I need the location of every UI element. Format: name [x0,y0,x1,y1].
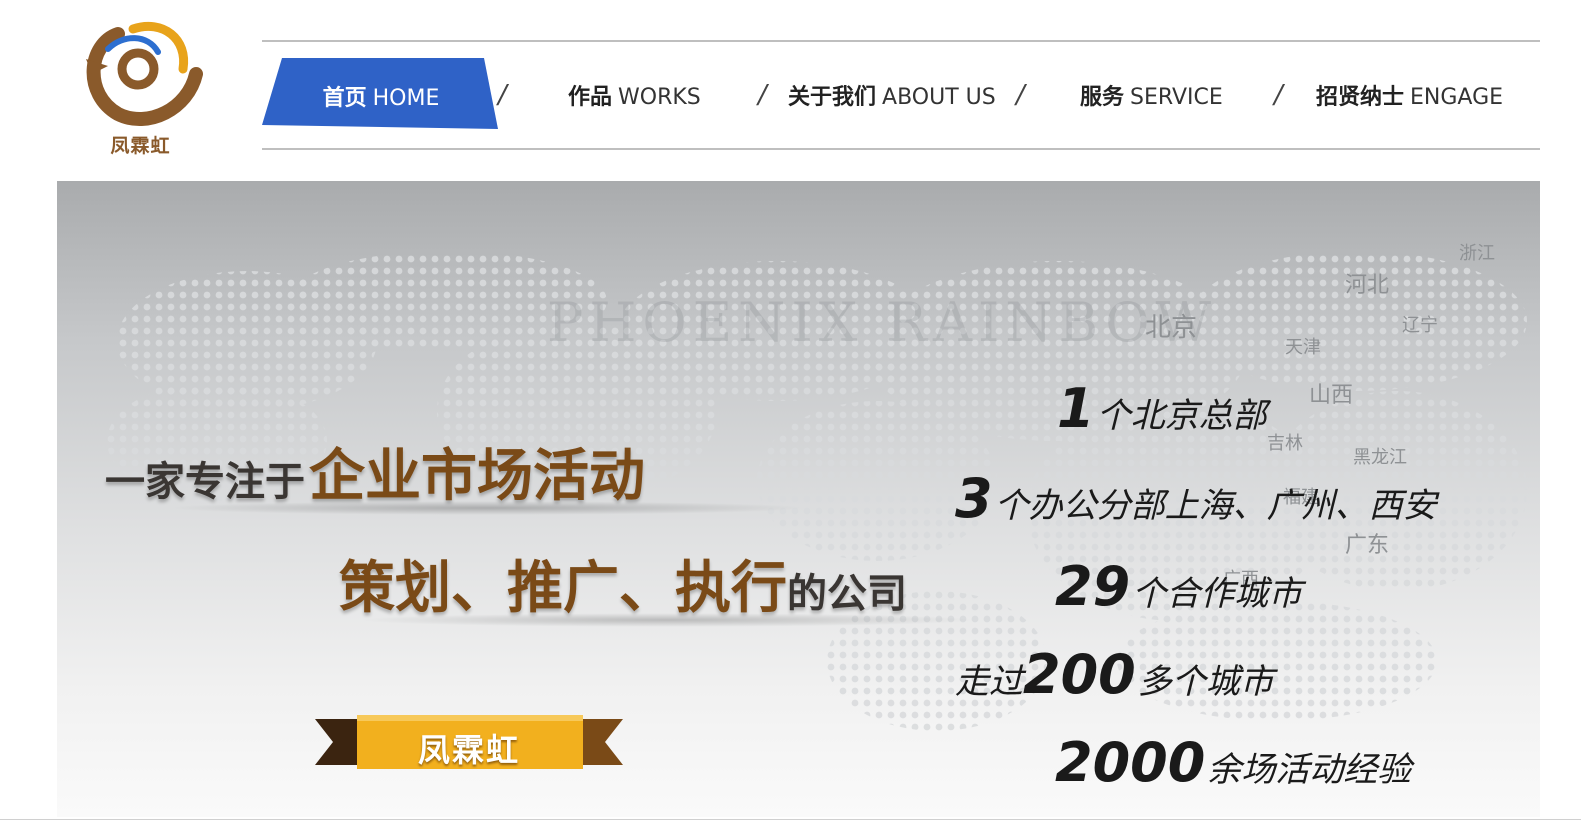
province-label: 吉林 [1267,433,1303,454]
banner-watermark: PHOENIX RAINBOW [547,291,1217,354]
province-label: 河北 [1345,273,1390,298]
nav-item-service[interactable]: 服务 SERVICE [1080,79,1223,111]
stat-line: 3个办公分部上海、广州、西安 [955,467,1437,530]
nav-item-about[interactable]: 关于我们 ABOUT US [788,79,996,111]
headline-prefix: 一家专注于 [105,459,305,505]
logo-text: 凤霖虹 [110,135,171,157]
hero-banner[interactable]: PHOENIX RAINBOW 浙江 河北 北京 辽宁 天津 山西 吉林 黑龙江… [57,181,1540,817]
headline-line-1: 一家专注于企业市场活动 [105,431,645,512]
nav-label-cn: 关于我们 [788,85,877,110]
stat-number: 3 [955,467,993,530]
headline-highlight: 企业市场活动 [309,444,645,509]
nav-item-home[interactable]: 首页 HOME [262,56,500,131]
nav-label-en: WORKS [618,85,701,110]
nav-item-works[interactable]: 作品 WORKS [568,79,701,111]
nav-top-rule [262,40,1540,42]
province-label: 天津 [1285,337,1321,358]
nav-bottom-rule [262,148,1540,150]
nav-separator: / [1274,80,1283,110]
phoenix-logo-icon [86,21,203,126]
ribbon-text: 凤霖虹 [417,731,520,769]
headline-highlight: 策划、推广、执行 [339,556,787,621]
stat-text: 个合作城市 [1132,574,1303,614]
nav-label-en: ENGAGE [1410,85,1504,110]
stat-text: 多个城市 [1137,662,1274,702]
nav-label-cn: 作品 [568,85,613,110]
brand-ribbon: 凤霖虹 [315,715,623,773]
nav-separator: / [498,80,507,110]
nav-separator: / [1016,80,1025,110]
headline-suffix: 的公司 [787,571,907,617]
province-label: 山西 [1309,383,1354,408]
nav-label-cn: 首页 [322,86,367,111]
page-divider [0,819,1581,820]
stat-number: 200 [1023,643,1136,706]
nav-label-cn: 招贤纳士 [1316,85,1405,110]
headline-line-2: 策划、推广、执行的公司 [339,543,907,624]
stat-number: 29 [1055,555,1131,618]
stat-line: 1个北京总部 [1057,377,1267,440]
stat-text: 个北京总部 [1096,396,1267,436]
nav-label-en: SERVICE [1130,85,1223,110]
stat-text: 余场活动经验 [1207,750,1412,790]
nav-label-cn: 服务 [1080,85,1125,110]
province-label: 广东 [1345,533,1390,558]
stat-line: 29个合作城市 [1055,555,1302,618]
province-label: 辽宁 [1402,315,1438,336]
stat-number: 1 [1057,377,1095,440]
nav-separator: / [758,80,767,110]
province-label: 浙江 [1459,243,1495,264]
stat-text: 个办公分部上海、广州、西安 [994,486,1437,526]
nav-label-en: HOME [372,86,440,111]
nav-label-en: ABOUT US [882,85,996,110]
site-logo[interactable]: 凤霖虹 [78,14,203,157]
province-label: 北京 [1145,313,1198,343]
stat-number: 2000 [1055,731,1206,794]
nav-item-engage[interactable]: 招贤纳士 ENGAGE [1316,79,1503,111]
stat-line: 走过200多个城市 [955,643,1274,706]
stat-prefix: 走过 [955,662,1023,702]
province-label: 黑龙江 [1353,447,1407,468]
stat-line: 2000余场活动经验 [1055,731,1411,794]
